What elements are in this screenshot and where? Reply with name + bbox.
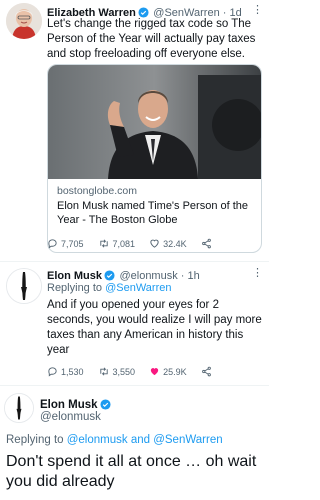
tweet-musk-main[interactable]: Elon Musk @elonmusk Replying to @elonmus…: [0, 386, 269, 500]
link-card[interactable]: bostonglobe.com Elon Musk named Time's P…: [47, 64, 262, 253]
retweet-button[interactable]: 7,081: [98, 238, 136, 249]
retweet-count: 3,550: [112, 366, 136, 377]
heart-icon: [150, 368, 159, 376]
tweet-text: Let's change the rigged tax code so The …: [47, 18, 256, 60]
like-button[interactable]: 25.9K: [149, 366, 187, 377]
share-icon: [201, 238, 211, 249]
author-handle[interactable]: @elonmusk: [119, 270, 177, 282]
like-count: 25.9K: [163, 366, 187, 377]
reply-icon: [48, 239, 57, 249]
like-count: 32.4K: [163, 238, 187, 249]
card-image: [48, 65, 261, 179]
replying-to: Replying to @SenWarren: [47, 282, 172, 294]
retweet-icon: [99, 239, 108, 248]
share-button[interactable]: [201, 238, 215, 249]
tweet-text: And if you opened your eyes for 2 second…: [47, 299, 262, 356]
replying-prefix: Replying to: [6, 434, 67, 446]
avatar-musk[interactable]: [4, 393, 34, 423]
reply-button[interactable]: 1,530: [47, 366, 84, 377]
verified-icon: [99, 397, 111, 415]
avatar-warren[interactable]: [6, 3, 42, 39]
avatar-musk[interactable]: [6, 268, 42, 304]
replying-prefix: Replying to: [47, 282, 106, 294]
tweet-actions: 7,705 7,081 32.4K: [47, 238, 229, 249]
retweet-button[interactable]: 3,550: [98, 366, 136, 377]
tweet-musk-reply[interactable]: Elon Musk @elonmusk · 1h ⋮ Replying to @…: [0, 262, 269, 386]
replying-to: Replying to @elonmusk and @SenWarren: [6, 434, 223, 446]
heart-icon: [150, 239, 159, 248]
replying-to-link[interactable]: @SenWarren: [105, 282, 171, 294]
reply-count: 1,530: [61, 366, 84, 377]
reply-button[interactable]: 7,705: [47, 238, 84, 249]
replying-to-link[interactable]: @elonmusk and @SenWarren: [67, 434, 223, 446]
like-button[interactable]: 32.4K: [149, 238, 187, 249]
more-options-icon[interactable]: ⋮: [252, 266, 263, 279]
reply-icon: [48, 367, 57, 377]
retweet-count: 7,081: [112, 238, 136, 249]
tweet-text: Don't spend it all at once … oh wait you…: [6, 453, 257, 490]
card-title: Elon Musk named Time's Person of the Yea…: [57, 200, 249, 226]
author-name[interactable]: Elon Musk: [47, 270, 102, 282]
tweet-warren[interactable]: Elizabeth Warren @SenWarren · 1d ⋮ Let's…: [0, 0, 269, 262]
share-icon: [201, 366, 211, 377]
card-domain: bostonglobe.com: [57, 185, 137, 197]
author-handle[interactable]: @elonmusk: [40, 411, 101, 423]
tweet-time[interactable]: 1h: [188, 270, 200, 282]
retweet-icon: [99, 367, 108, 376]
more-options-icon[interactable]: ⋮: [252, 3, 263, 16]
reply-count: 7,705: [61, 238, 84, 249]
share-button[interactable]: [201, 366, 215, 377]
author-name[interactable]: Elon Musk: [40, 399, 98, 411]
tweet-actions: 1,530 3,550 25.9K: [47, 366, 229, 377]
